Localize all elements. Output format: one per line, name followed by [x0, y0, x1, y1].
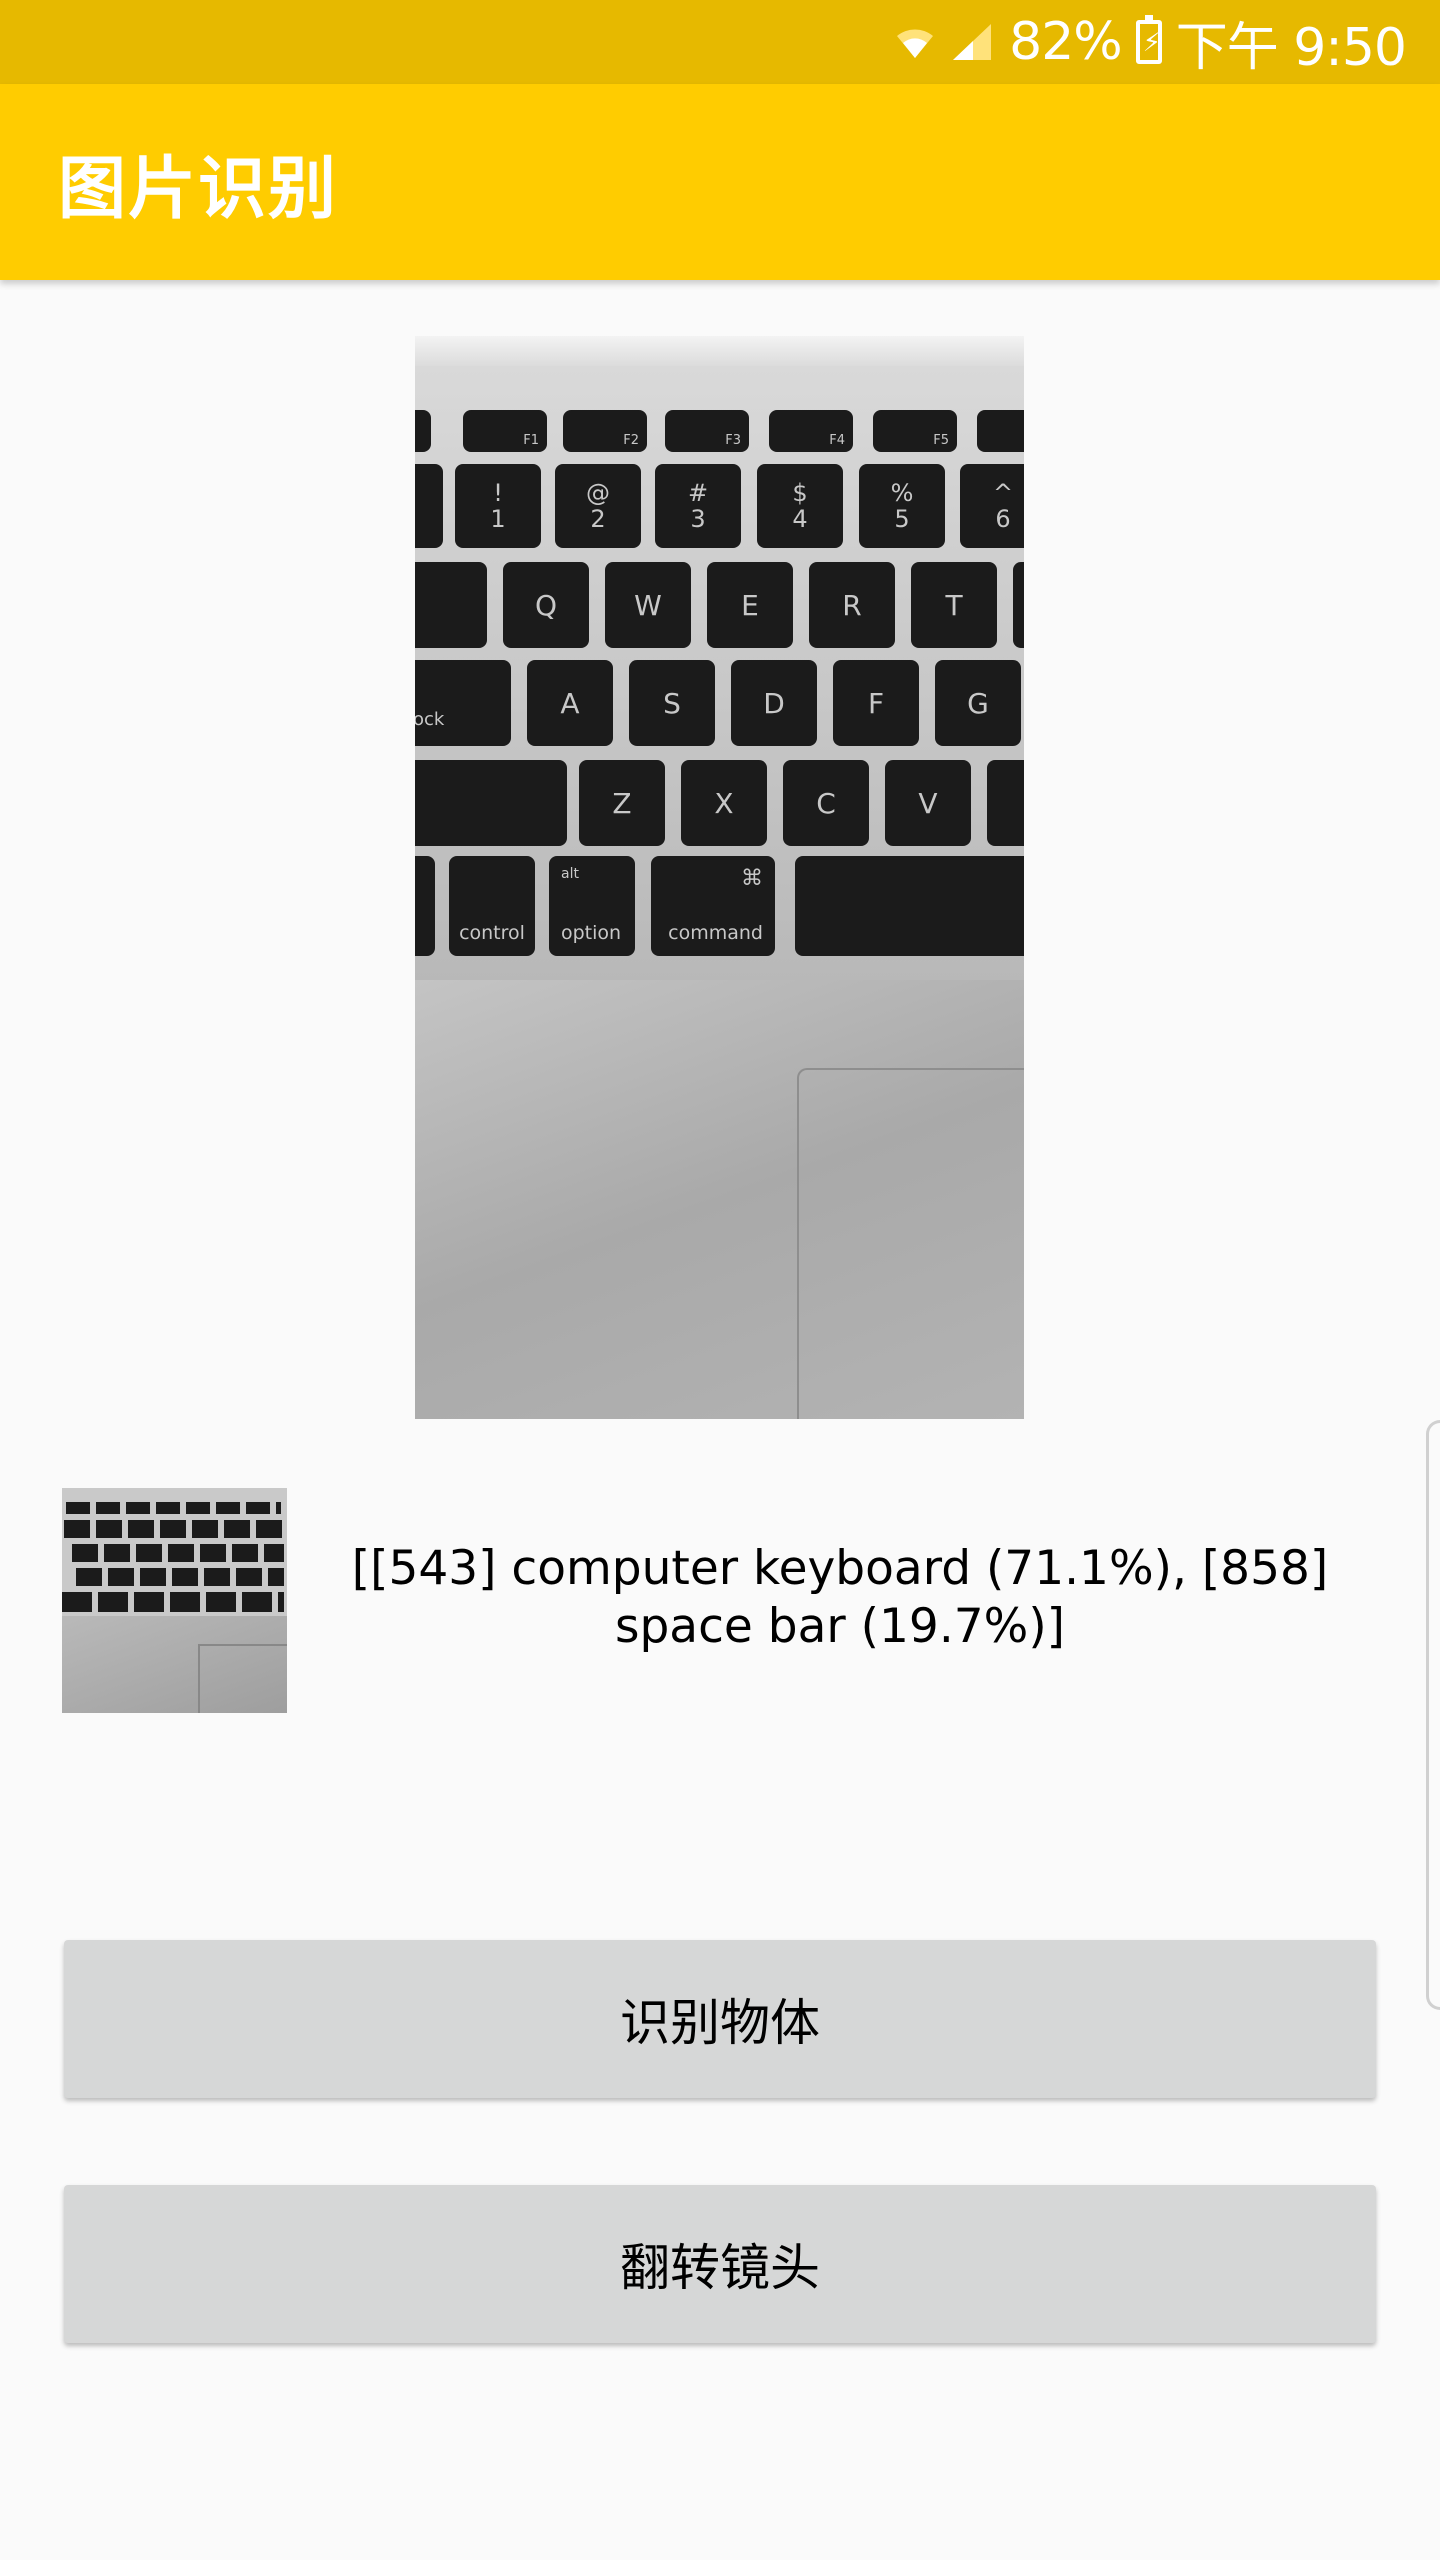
key-s: S [629, 660, 715, 746]
key-f4: F4 [769, 410, 853, 452]
wifi-icon [893, 22, 937, 62]
key-e: E [707, 562, 793, 648]
key-w: W [605, 562, 691, 648]
page-title: 图片识别 [58, 149, 339, 229]
key-a: A [527, 660, 613, 746]
key-g: G [935, 660, 1021, 746]
key-f5: F5 [873, 410, 957, 452]
recognition-result: [[543] computer keyboard (71.1%), [858] … [351, 1541, 1329, 1654]
key-6: ^ 6 [960, 464, 1024, 548]
key-5: % 5 [859, 464, 945, 548]
recognize-object-button[interactable]: 识别物体 [64, 1940, 1376, 2098]
key-q: Q [503, 562, 589, 648]
key-x: X [681, 760, 767, 846]
key-control: control [449, 856, 535, 956]
app-toolbar: 图片识别 [0, 84, 1440, 280]
key-d: D [731, 660, 817, 746]
key-4: $4 [757, 464, 843, 548]
key-c: C [783, 760, 869, 846]
key-f3: F3 [665, 410, 749, 452]
key-3: #3 [655, 464, 741, 548]
battery-charging-icon: ⚡ [1135, 15, 1162, 64]
key-2: @2 [555, 464, 641, 548]
signal-icon [951, 22, 995, 62]
trackpad [797, 1068, 1024, 1419]
key-f: F [833, 660, 919, 746]
edge-panel-handle[interactable] [1426, 1420, 1440, 2010]
status-bar: 82% ⚡ 下午 9:50 [0, 0, 1440, 84]
captured-thumbnail[interactable] [62, 1488, 287, 1713]
key-command: ⌘ command [651, 856, 775, 956]
key-f2: F2 [563, 410, 647, 452]
key-option: alt option [549, 856, 635, 956]
key-z: Z [579, 760, 665, 846]
battery-percent: 82% [1009, 12, 1123, 72]
key-v: V [885, 760, 971, 846]
key-1: ! 1 [455, 464, 541, 548]
camera-preview[interactable]: F1 F2 F3 F4 F5 ! 1 @2 #3 $4 % 5 ^ 6 Q W E R… [415, 336, 1024, 1419]
key-r: R [809, 562, 895, 648]
key-space [795, 856, 1024, 956]
flip-camera-button[interactable]: 翻转镜头 [64, 2185, 1376, 2343]
key-t: T [911, 562, 997, 648]
key-caps-lock: ock [415, 660, 511, 746]
key-f1: F1 [463, 410, 547, 452]
status-time: 下午 9:50 [1175, 17, 1407, 78]
